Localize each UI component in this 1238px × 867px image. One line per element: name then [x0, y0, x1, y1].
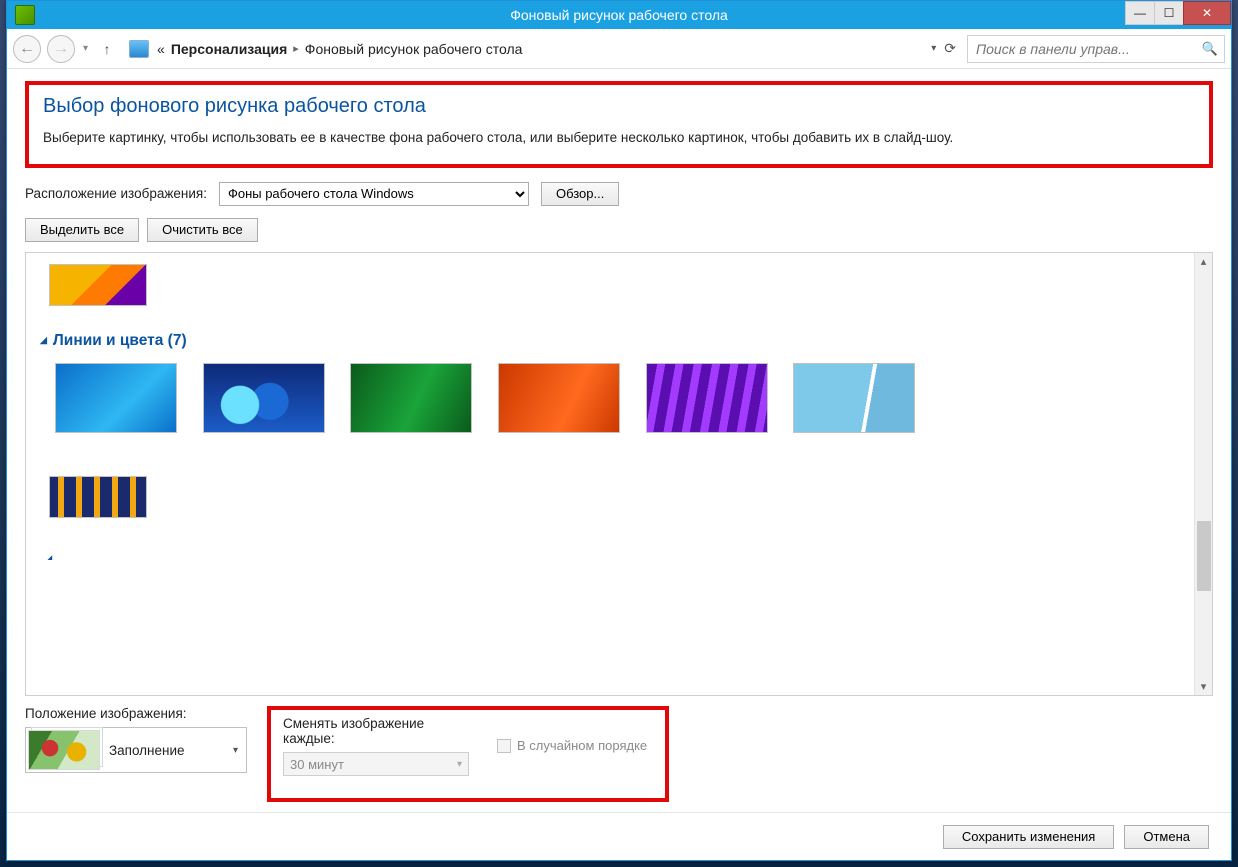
- interval-label: Сменять изображение каждые:: [283, 716, 463, 746]
- wallpaper-thumb[interactable]: [50, 477, 146, 517]
- group-lines-colors[interactable]: Линии и цвета (7): [40, 332, 1186, 350]
- forward-button[interactable]: →: [47, 35, 75, 63]
- scroll-thumb[interactable]: [1197, 521, 1211, 591]
- chevron-down-icon: ▾: [457, 759, 462, 770]
- shuffle-label: В случайном порядке: [517, 738, 647, 753]
- history-dropdown[interactable]: ▾: [81, 43, 90, 54]
- checkbox-box: [497, 739, 511, 753]
- interval-value: 30 минут: [290, 757, 344, 772]
- page-title: Выбор фонового рисунка рабочего стола: [43, 95, 1195, 118]
- shuffle-checkbox: В случайном порядке: [497, 738, 647, 753]
- search-input[interactable]: [974, 40, 1202, 58]
- chevron-down-icon: ▾: [225, 745, 246, 756]
- breadcrumb-personalization[interactable]: Персонализация: [171, 41, 287, 57]
- close-button[interactable]: ✕: [1183, 1, 1231, 25]
- page-subtitle: Выберите картинку, чтобы использовать ее…: [43, 128, 1195, 148]
- position-label: Положение изображения:: [25, 706, 247, 721]
- maximize-button[interactable]: ☐: [1154, 1, 1184, 25]
- scroll-up-icon[interactable]: ▴: [1195, 253, 1212, 271]
- group-next-peek: ◢ ...: [40, 552, 1186, 560]
- wallpaper-thumb[interactable]: [499, 364, 619, 432]
- window-title: Фоновый рисунок рабочего стола: [510, 7, 728, 23]
- scroll-down-icon[interactable]: ▾: [1195, 677, 1212, 695]
- up-button[interactable]: ↑: [96, 38, 118, 60]
- scrollbar[interactable]: ▴ ▾: [1194, 253, 1212, 695]
- refresh-button[interactable]: ⟳: [944, 40, 956, 57]
- wallpaper-list: Линии и цвета (7) ◢ ... ▴ ▾: [25, 252, 1213, 696]
- breadcrumb-separator-icon: ▸: [293, 42, 299, 55]
- search-box[interactable]: 🔍: [967, 35, 1225, 63]
- control-panel-window: Фоновый рисунок рабочего стола — ☐ ✕ ← →…: [6, 0, 1232, 861]
- search-icon[interactable]: 🔍: [1202, 41, 1218, 57]
- wallpaper-thumb[interactable]: [794, 364, 914, 432]
- wallpaper-thumb[interactable]: [647, 364, 767, 432]
- minimize-button[interactable]: —: [1125, 1, 1155, 25]
- back-button[interactable]: ←: [13, 35, 41, 63]
- location-icon: [129, 40, 149, 58]
- wallpaper-thumb[interactable]: [204, 364, 324, 432]
- location-label: Расположение изображения:: [25, 186, 207, 201]
- clear-all-button[interactable]: Очистить все: [147, 218, 258, 242]
- wallpaper-thumb[interactable]: [56, 364, 176, 432]
- position-preview-icon: [29, 731, 99, 769]
- app-icon: [15, 5, 35, 25]
- save-button[interactable]: Сохранить изменения: [943, 825, 1115, 849]
- interval-highlight: Сменять изображение каждые: 30 минут ▾ В…: [267, 706, 669, 802]
- breadcrumb-prefix: «: [157, 41, 165, 57]
- select-all-button[interactable]: Выделить все: [25, 218, 139, 242]
- browse-button[interactable]: Обзор...: [541, 182, 619, 206]
- dialog-footer: Сохранить изменения Отмена: [7, 812, 1231, 860]
- nav-bar: ← → ▾ ↑ « Персонализация ▸ Фоновый рисун…: [7, 29, 1231, 69]
- breadcrumb-desktop-bg[interactable]: Фоновый рисунок рабочего стола: [305, 41, 523, 57]
- interval-combo: 30 минут ▾: [283, 752, 469, 776]
- address-dropdown-icon[interactable]: ▾: [931, 43, 936, 54]
- breadcrumb-bar[interactable]: « Персонализация ▸ Фоновый рисунок рабоч…: [124, 37, 961, 61]
- wallpaper-thumb[interactable]: [351, 364, 471, 432]
- title-bar[interactable]: Фоновый рисунок рабочего стола — ☐ ✕: [7, 1, 1231, 29]
- location-combo[interactable]: Фоны рабочего стола Windows: [219, 182, 529, 206]
- cancel-button[interactable]: Отмена: [1124, 825, 1209, 849]
- position-combo[interactable]: Заполнение ▾: [25, 727, 247, 773]
- hero-highlight: Выбор фонового рисунка рабочего стола Вы…: [25, 81, 1213, 168]
- wallpaper-thumb[interactable]: [50, 265, 146, 305]
- position-value: Заполнение: [105, 728, 225, 772]
